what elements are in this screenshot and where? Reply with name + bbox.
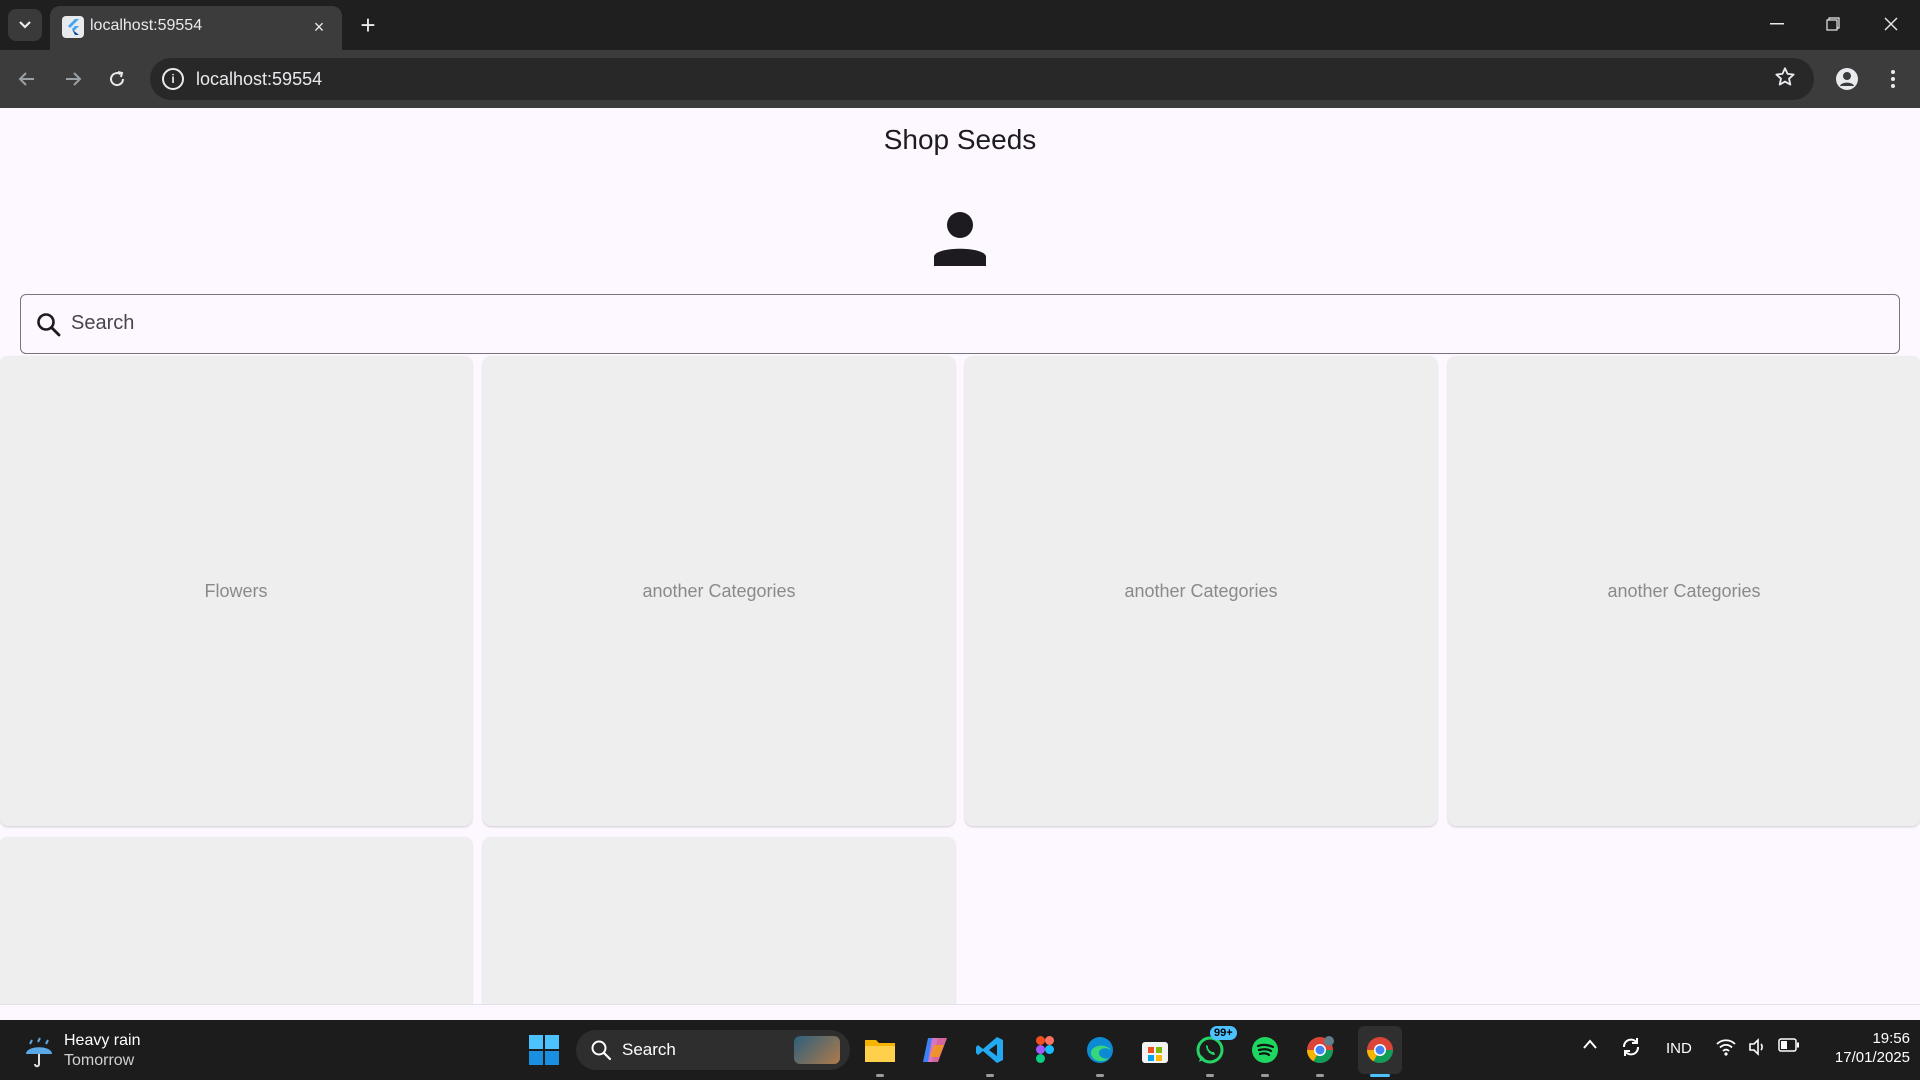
battery-icon [1778, 1038, 1799, 1052]
account-icon [1836, 68, 1858, 90]
windows-start-icon[interactable] [528, 1034, 560, 1066]
page-bottom-edge [0, 1004, 1920, 1020]
category-card[interactable]: another Categories [483, 356, 955, 826]
chevron-up-icon[interactable] [1582, 1038, 1598, 1050]
figma-icon[interactable] [1027, 1032, 1063, 1068]
spotify-icon[interactable] [1247, 1032, 1283, 1077]
more-vert-icon [1891, 70, 1895, 88]
minimize-button[interactable] [1754, 8, 1800, 40]
category-label: another Categories [1124, 580, 1278, 601]
system-clock[interactable]: 19:56 17/01/2025 [1810, 1030, 1910, 1066]
weather-time: Tomorrow [64, 1052, 135, 1069]
forward-button[interactable] [56, 62, 90, 96]
close-icon [1884, 17, 1898, 31]
minimize-icon [1770, 23, 1784, 25]
volume-icon [1749, 1038, 1763, 1056]
menu-button[interactable] [1878, 62, 1908, 96]
back-button[interactable] [10, 62, 44, 96]
page-title: Shop Seeds [883, 124, 1037, 155]
running-indicator [876, 1074, 884, 1077]
wifi-icon [1716, 1039, 1736, 1056]
clock-time: 19:56 [1872, 1030, 1910, 1047]
running-indicator [1096, 1074, 1104, 1077]
reload-button[interactable] [100, 62, 134, 96]
running-indicator [1206, 1074, 1214, 1077]
close-icon[interactable]: × [308, 16, 330, 38]
copilot-icon[interactable] [917, 1032, 953, 1068]
arrow-left-icon [18, 72, 34, 86]
active-indicator [1370, 1074, 1390, 1077]
chrome-profile-icon[interactable] [1302, 1032, 1338, 1077]
taskbar-search[interactable]: Search [576, 1030, 850, 1070]
category-card[interactable] [0, 837, 472, 1020]
search-highlight-image [794, 1036, 840, 1064]
chrome-icon[interactable] [1362, 1032, 1398, 1077]
search-field[interactable] [20, 294, 1900, 354]
browser-tab[interactable]: localhost:59554 × [50, 6, 342, 50]
running-indicator [1261, 1074, 1269, 1077]
app-page: Shop Seeds Flowers another Categories an… [0, 108, 1920, 1020]
flutter-icon [62, 16, 84, 38]
notification-badge: 99+ [1210, 1026, 1237, 1040]
window-close-button[interactable] [1868, 8, 1914, 40]
reload-icon [110, 71, 125, 87]
category-card[interactable] [483, 837, 955, 1020]
arrow-right-icon [66, 72, 82, 86]
category-label: Flowers [204, 580, 268, 601]
category-label: another Categories [1607, 580, 1761, 601]
edge-icon[interactable] [1082, 1032, 1118, 1077]
search-input[interactable] [71, 295, 1871, 352]
vscode-icon[interactable] [972, 1032, 1008, 1077]
search-icon [591, 1040, 612, 1061]
address-bar[interactable]: i localhost:59554 [150, 58, 1814, 100]
new-tab-button[interactable]: + [352, 9, 384, 41]
whatsapp-icon[interactable]: 99+ [1192, 1026, 1237, 1077]
language-indicator[interactable]: IND [1666, 1040, 1692, 1057]
system-tray-status[interactable] [1716, 1038, 1800, 1056]
url-text[interactable]: localhost:59554 [196, 69, 322, 90]
profile-button[interactable] [1830, 62, 1864, 96]
umbrella-rain-icon [26, 1037, 52, 1068]
category-card-flowers[interactable]: Flowers [0, 356, 472, 826]
restore-button[interactable] [1810, 8, 1856, 40]
microsoft-store-icon[interactable] [1137, 1032, 1173, 1068]
tab-title: localhost:59554 [90, 17, 203, 34]
running-indicator [986, 1074, 994, 1077]
weather-widget[interactable]: Heavy rain Tomorrow [22, 1032, 222, 1072]
clock-date: 17/01/2025 [1834, 1049, 1910, 1066]
taskbar: Heavy rain Tomorrow Search 99+ IND 19:56… [0, 1020, 1920, 1080]
category-card[interactable]: another Categories [1448, 356, 1920, 826]
browser-toolbar: i localhost:59554 [0, 50, 1920, 108]
search-icon [37, 313, 61, 337]
sync-icon[interactable] [1620, 1036, 1642, 1058]
browser-tab-bar: localhost:59554 × + [0, 0, 1920, 50]
bookmark-star-icon[interactable] [1774, 66, 1796, 88]
chevron-down-icon [19, 21, 31, 29]
category-card[interactable]: another Categories [965, 356, 1437, 826]
info-icon[interactable]: i [162, 68, 184, 90]
restore-icon [1826, 17, 1840, 31]
weather-condition: Heavy rain [64, 1032, 141, 1049]
tab-search-button[interactable] [8, 9, 42, 41]
category-label: another Categories [642, 580, 796, 601]
taskbar-search-label: Search [622, 1040, 676, 1059]
file-explorer-icon[interactable] [862, 1032, 898, 1077]
running-indicator [1316, 1074, 1324, 1077]
person-icon[interactable] [933, 210, 987, 266]
